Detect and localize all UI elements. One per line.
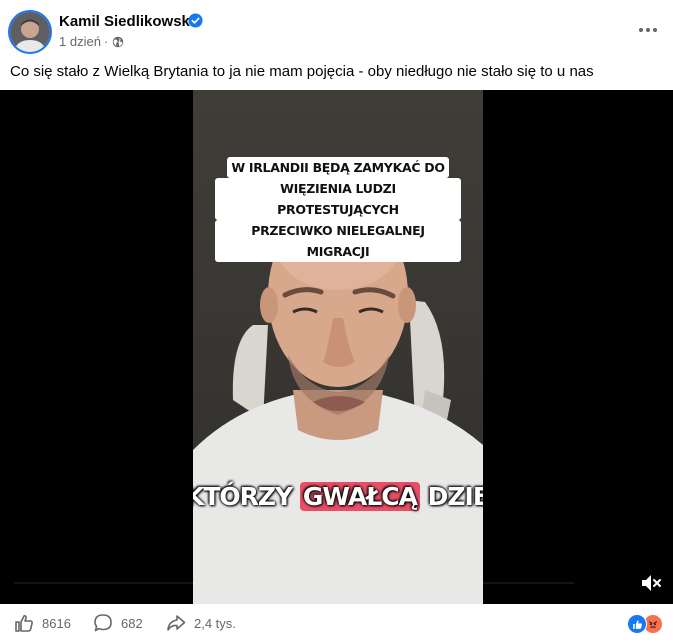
more-dots-icon bbox=[639, 28, 657, 32]
video-overlay-bottom: KTÓRZY GWAŁCĄ DZIEWCZYNKI bbox=[193, 482, 483, 511]
like-reaction-icon bbox=[627, 614, 647, 634]
overlay-top-line-3: PRZECIWKO NIELEGALNEJ MIGRACJI bbox=[215, 220, 461, 262]
author-name[interactable]: Kamil Siedlikowski bbox=[59, 13, 194, 30]
overlay-bottom-highlight: GWAŁCĄ bbox=[299, 482, 420, 511]
post-meta: 1 dzień · bbox=[59, 34, 124, 49]
author-avatar[interactable] bbox=[10, 12, 50, 52]
shares-count: 2,4 tys. bbox=[194, 615, 236, 631]
verified-badge-icon bbox=[188, 13, 203, 28]
post-footer: 8616 682 2,4 tys. bbox=[0, 604, 673, 640]
post-header: Kamil Siedlikowski 1 dzień · bbox=[0, 0, 673, 60]
comment-button[interactable]: 682 bbox=[93, 613, 143, 633]
more-options-button[interactable] bbox=[632, 18, 664, 42]
globe-icon[interactable] bbox=[112, 36, 124, 48]
like-button[interactable]: 8616 bbox=[14, 613, 71, 633]
comments-count: 682 bbox=[121, 615, 143, 631]
share-arrow-icon bbox=[167, 615, 186, 631]
video-overlay-top: W IRLANDII BĘDĄ ZAMYKAĆ DO WIĘZIENIA LUD… bbox=[215, 157, 461, 262]
comment-bubble-icon bbox=[94, 614, 112, 632]
thumbs-up-icon bbox=[15, 614, 33, 632]
video-progress-bar[interactable] bbox=[14, 582, 574, 584]
user-avatar-icon bbox=[10, 12, 50, 52]
share-button[interactable]: 2,4 tys. bbox=[166, 613, 236, 633]
facebook-post: Kamil Siedlikowski 1 dzień · Co się stał… bbox=[0, 0, 673, 640]
overlay-top-line-2: WIĘZIENIA LUDZI PROTESTUJĄCYCH bbox=[215, 178, 461, 220]
meta-separator: · bbox=[103, 34, 109, 49]
video-player[interactable]: W IRLANDII BĘDĄ ZAMYKAĆ DO WIĘZIENIA LUD… bbox=[0, 90, 673, 604]
reactions-summary[interactable] bbox=[627, 614, 667, 634]
overlay-bottom-pre: KTÓRZY bbox=[193, 482, 300, 511]
video-frame: W IRLANDII BĘDĄ ZAMYKAĆ DO WIĘZIENIA LUD… bbox=[193, 90, 483, 604]
mute-toggle-button[interactable] bbox=[638, 570, 664, 596]
post-caption: Co się stało z Wielką Brytania to ja nie… bbox=[10, 63, 594, 80]
speaker-muted-icon bbox=[642, 575, 661, 591]
post-timestamp[interactable]: 1 dzień bbox=[59, 34, 101, 49]
overlay-bottom-post: DZIEWCZYNKI bbox=[427, 482, 483, 511]
overlay-top-line-1: W IRLANDII BĘDĄ ZAMYKAĆ DO bbox=[227, 157, 449, 178]
likes-count: 8616 bbox=[42, 615, 71, 631]
